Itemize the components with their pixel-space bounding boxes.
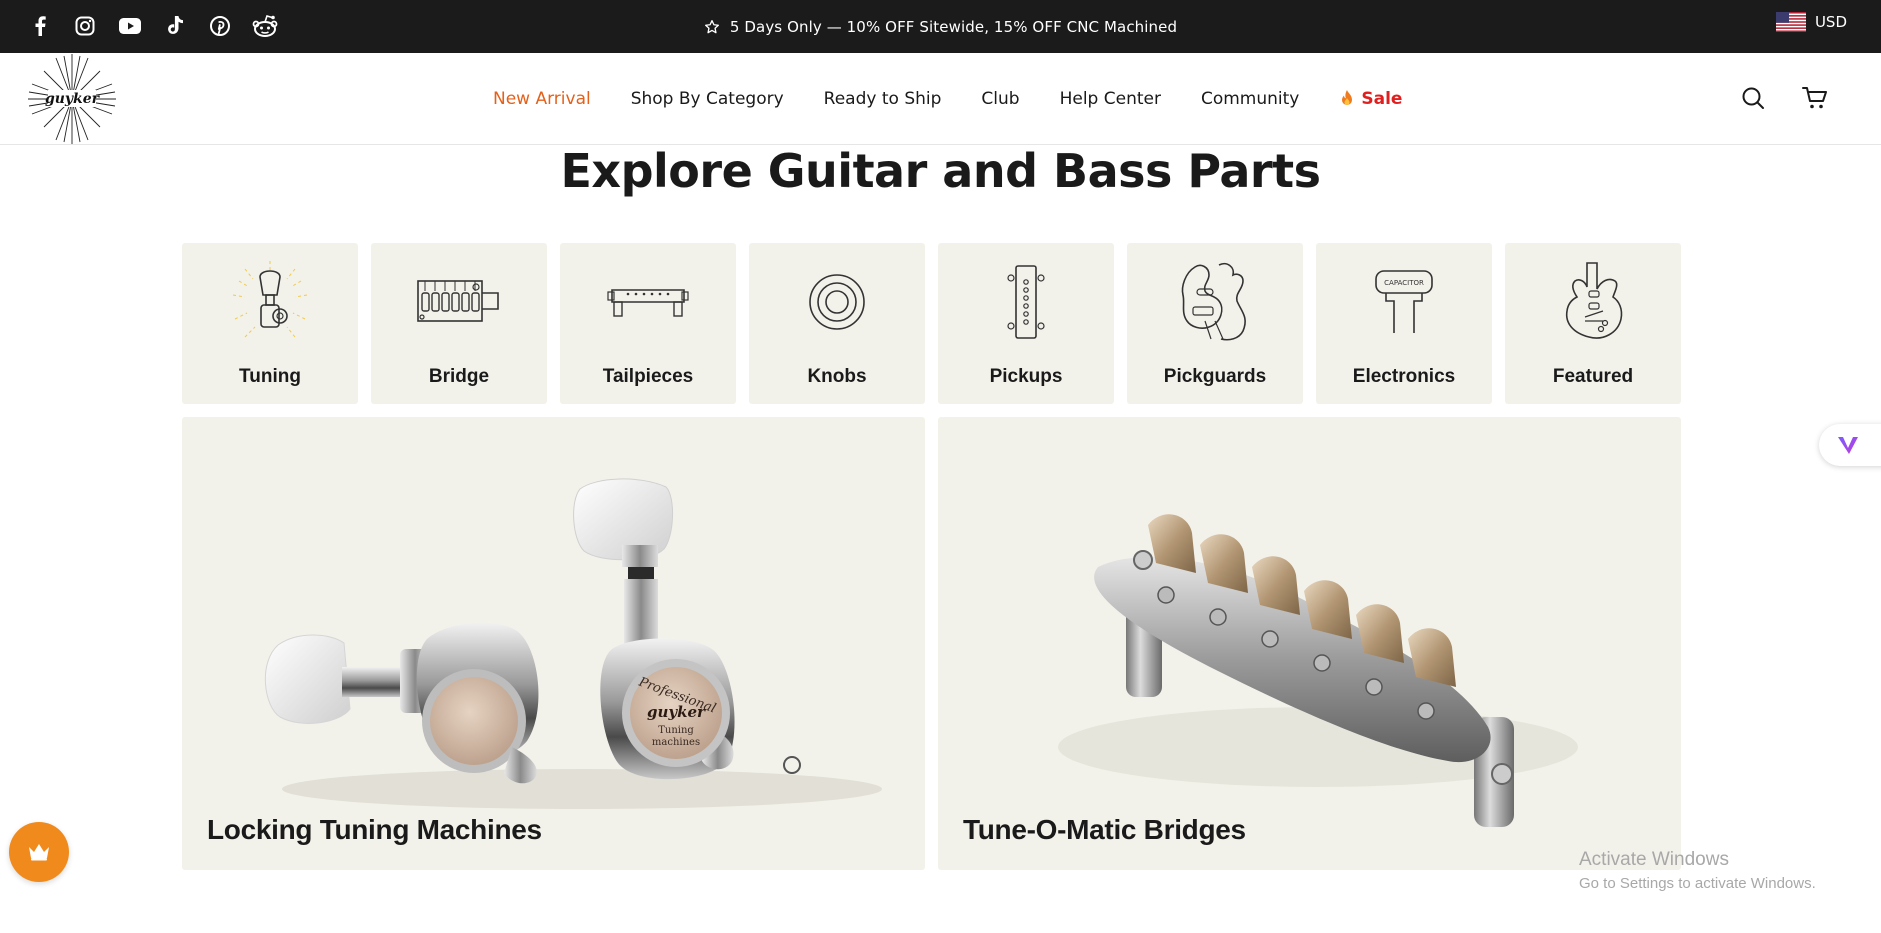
nav-sale-label: Sale [1361,89,1403,109]
category-label: Knobs [807,366,867,387]
rewards-button[interactable] [9,822,69,882]
category-tile-featured[interactable]: Featured [1505,243,1681,404]
search-icon[interactable] [1735,80,1771,116]
svg-text:Tuning: Tuning [658,725,694,736]
category-tile-electronics[interactable]: CAPACITOR Electronics [1316,243,1492,404]
announcement-bar: 5 Days Only — 10% OFF Sitewide, 15% OFF … [0,0,1881,53]
category-tile-bridge[interactable]: Bridge [371,243,547,404]
capacitor-icon: CAPACITOR [1375,270,1433,333]
fire-icon [1342,90,1353,105]
category-tile-tailpieces[interactable]: Tailpieces [560,243,736,404]
category-tile-tuning[interactable]: Tuning [182,243,358,404]
feature-card-tune-o-matic-bridges[interactable]: Tune-O-Matic Bridges [938,417,1681,870]
tuning-peg-icon [232,261,308,338]
category-tile-pickups[interactable]: Pickups [938,243,1114,404]
nav-new-arrival[interactable]: New Arrival [493,89,591,109]
category-label: Featured [1552,366,1634,387]
currency-selector[interactable]: USD [1775,12,1847,32]
watermark-subtitle: Go to Settings to activate Windows. [1579,875,1816,892]
category-tile-knobs[interactable]: Knobs [749,243,925,404]
header-actions [1735,80,1833,116]
watermark-title: Activate Windows [1579,849,1729,870]
svg-text:guyker: guyker [647,703,706,721]
promo-announcement[interactable]: 5 Days Only — 10% OFF Sitewide, 15% OFF … [0,0,1881,53]
star-icon [704,19,719,33]
cart-icon[interactable] [1797,80,1833,116]
svg-text:machines: machines [652,737,700,748]
currency-code: USD [1814,13,1847,31]
pickguard-icon [1181,262,1246,341]
windows-activation-watermark: Activate Windows Go to Settings to activ… [1579,849,1816,892]
tuning-machines-image: Professional guyker Tuning machines [264,478,882,809]
category-grid: Tuning Bridge Tailpieces Knobs Pickups P… [182,243,1681,404]
nav-help-center[interactable]: Help Center [1060,89,1161,109]
us-flag-icon [1775,12,1806,32]
crown-icon [29,844,49,861]
category-label: Tailpieces [602,366,694,387]
announcement-text: 5 Days Only — 10% OFF Sitewide, 15% OFF … [729,17,1178,36]
section-title: Explore Guitar and Bass Parts [560,144,1321,198]
card-title: Locking Tuning Machines [207,814,542,845]
nav-shop-by-category[interactable]: Shop By Category [631,89,784,109]
tailpiece-icon [607,289,689,317]
nav-club[interactable]: Club [981,89,1019,109]
svg-text:CAPACITOR: CAPACITOR [1384,279,1424,287]
side-widget-tab[interactable] [1819,424,1881,466]
category-label: Pickups [989,366,1063,387]
site-header: guyker New Arrival Shop By Category Read… [0,53,1881,145]
bridge-icon [417,280,499,322]
svg-text:guyker: guyker [45,91,101,107]
category-label: Tuning [239,366,301,387]
category-label: Bridge [428,366,490,387]
category-label: Electronics [1352,366,1456,387]
guitar-body-icon [1565,262,1623,339]
brand-v-icon [1838,437,1858,454]
brand-logo[interactable]: guyker [26,54,118,144]
pickup-icon [1007,265,1045,339]
card-title: Tune-O-Matic Bridges [963,814,1246,845]
category-tile-pickguards[interactable]: Pickguards [1127,243,1303,404]
nav-ready-to-ship[interactable]: Ready to Ship [824,89,942,109]
nav-community[interactable]: Community [1201,89,1299,109]
knob-icon [809,274,865,330]
main-nav: New Arrival Shop By Category Ready to Sh… [493,53,1402,145]
tune-o-matic-bridge-image [1058,514,1578,827]
feature-card-locking-tuning-machines[interactable]: Professional guyker Tuning machines Lock… [182,417,925,870]
category-label: Pickguards [1163,366,1267,387]
nav-sale[interactable]: Sale [1339,89,1402,109]
